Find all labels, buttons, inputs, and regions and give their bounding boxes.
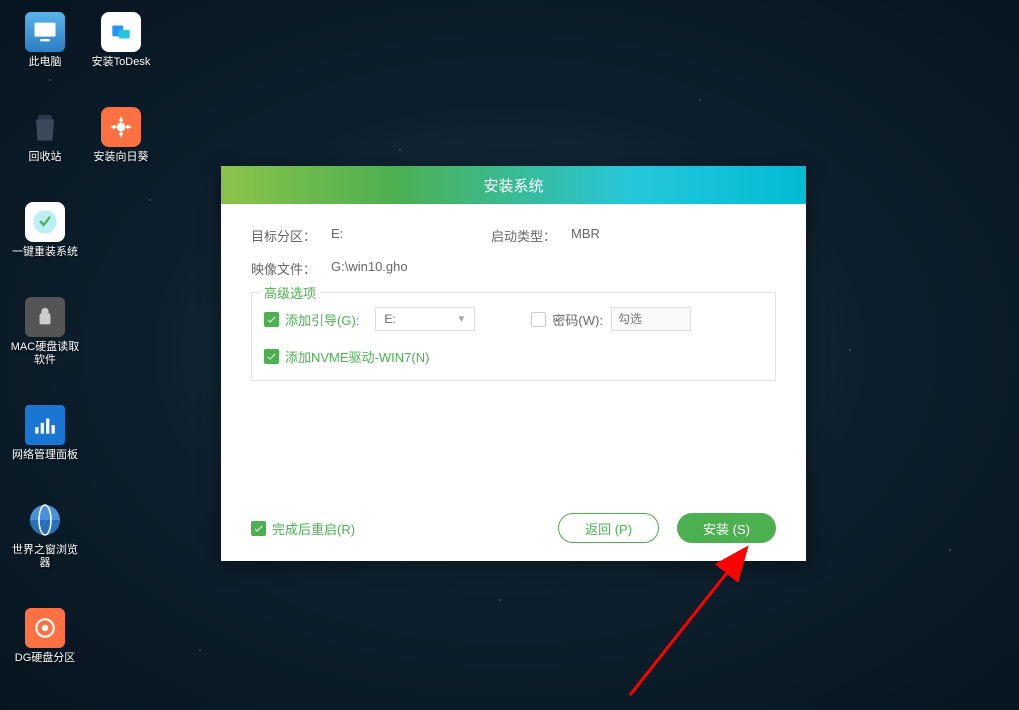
arrow-annotation [610,540,790,710]
desktop-icon-this-pc[interactable]: 此电脑 [10,12,80,69]
password-checkbox[interactable] [531,312,546,327]
reinstall-icon [25,202,65,242]
image-file-value: G:\win10.gho [331,259,408,278]
check-icon [266,314,277,325]
icon-label: 安装ToDesk [86,56,156,69]
add-boot-dropdown[interactable]: E: ▼ [375,307,475,331]
add-boot-checkbox[interactable] [264,312,279,327]
todesk-icon [101,12,141,52]
network-panel-icon [25,405,65,445]
target-partition-label: 目标分区： [251,226,331,245]
desktop-icon-dg-partition[interactable]: DG硬盘分区 [10,608,80,665]
desktop-icon-browser[interactable]: 世界之窗浏览器 [10,500,80,570]
add-boot-label: 添加引导(G): [285,310,359,329]
dialog-title: 安装系统 [221,166,806,204]
desktop-icon-reinstall[interactable]: 一键重装系统 [10,202,80,259]
sunflower-icon [101,107,141,147]
desktop-icon-mac-disk[interactable]: MAC硬盘读取软件 [10,297,80,367]
desktop-icon-todesk[interactable]: 安装ToDesk [86,12,156,69]
boot-type-value: MBR [571,226,600,245]
pc-icon [25,12,65,52]
image-file-label: 映像文件： [251,259,331,278]
icon-label: 回收站 [10,151,80,164]
desktop-icon-network-panel[interactable]: 网络管理面板 [10,405,80,462]
advanced-options-title: 高级选项 [260,283,320,302]
desktop-icon-sunflower[interactable]: 安装向日葵 [86,107,156,164]
restart-label: 完成后重启(R) [272,519,355,538]
dg-partition-icon [25,608,65,648]
icon-label: 安装向日葵 [86,151,156,164]
mac-disk-icon [25,297,65,337]
install-button[interactable]: 安装 (S) [677,513,776,543]
desktop-icon-recycle-bin[interactable]: 回收站 [10,107,80,164]
chevron-down-icon: ▼ [456,314,466,325]
nvme-label: 添加NVME驱动-WIN7(N) [285,347,429,366]
install-system-dialog: 安装系统 目标分区： E: 启动类型： MBR 映像文件： G:\win10.g… [221,166,806,561]
icon-label: 一键重装系统 [10,246,80,259]
restart-checkbox[interactable] [251,521,266,536]
back-button[interactable]: 返回 (P) [558,513,659,543]
image-file-row: 映像文件： G:\win10.gho [251,259,776,278]
advanced-options-section: 高级选项 添加引导(G): E: ▼ 密码(W): 添 [251,292,776,381]
boot-type-label: 启动类型： [491,226,571,245]
browser-icon [25,500,65,540]
nvme-checkbox[interactable] [264,349,279,364]
target-partition-value: E: [331,226,431,245]
icon-label: 此电脑 [10,56,80,69]
password-label: 密码(W): [552,310,603,329]
password-input[interactable] [611,307,691,331]
icon-label: 网络管理面板 [10,449,80,462]
icon-label: DG硬盘分区 [10,652,80,665]
check-icon [253,523,264,534]
target-partition-row: 目标分区： E: 启动类型： MBR [251,226,776,245]
icon-label: MAC硬盘读取软件 [10,341,80,367]
check-icon [266,351,277,362]
icon-label: 世界之窗浏览器 [10,544,80,570]
recycle-bin-icon [25,107,65,147]
dropdown-value: E: [384,312,395,326]
